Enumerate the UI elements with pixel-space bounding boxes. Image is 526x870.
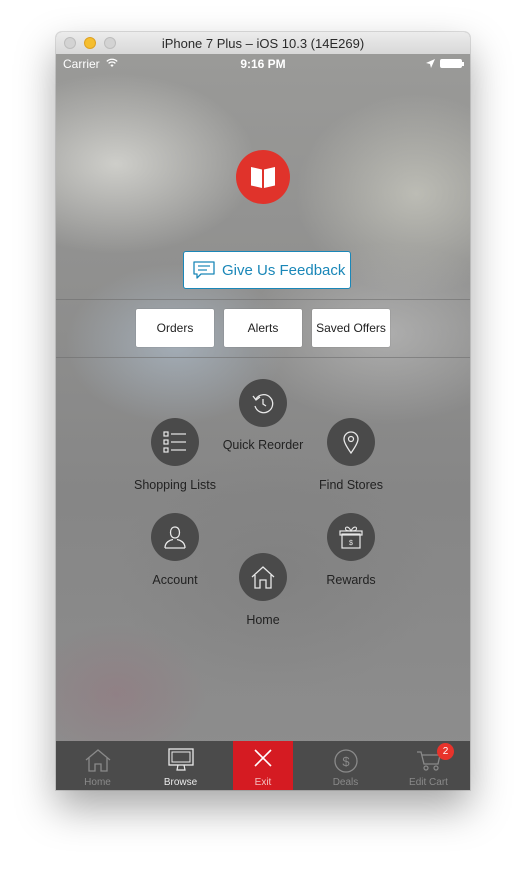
location-arrow-icon — [426, 57, 435, 71]
tab-deals-label: Deals — [332, 777, 359, 788]
shopping-lists-button[interactable] — [151, 418, 199, 466]
gift-icon: $ — [339, 526, 363, 549]
home-icon — [251, 566, 275, 589]
tab-exit-label: Exit — [254, 777, 272, 788]
dollar-coin-icon: $ — [333, 749, 358, 773]
feedback-label: Give Us Feedback — [222, 261, 346, 279]
simulator-window: iPhone 7 Plus – iOS 10.3 (14E269) Carrie… — [56, 32, 470, 790]
window-title: iPhone 7 Plus – iOS 10.3 (14E269) — [161, 36, 365, 51]
tab-edit-cart-label: Edit Cart — [409, 777, 448, 788]
tab-exit[interactable]: Exit — [233, 741, 293, 790]
map-pin-icon — [343, 431, 359, 455]
rewards-label: Rewards — [326, 573, 376, 587]
svg-text:$: $ — [349, 540, 353, 547]
svg-text:$: $ — [342, 754, 350, 769]
tab-browse[interactable]: Browse — [139, 741, 222, 790]
battery-icon — [440, 59, 464, 68]
user-icon — [164, 526, 186, 549]
tab-edit-cart[interactable]: Edit Cart — [387, 741, 470, 790]
tab-home-label: Home — [84, 777, 111, 788]
close-icon — [254, 749, 272, 767]
reorder-icon — [252, 394, 274, 414]
saved-offers-button[interactable]: Saved Offers — [312, 309, 390, 347]
tab-bar: Home Browse Exit $ Deals Edit Cart 2 — [56, 741, 470, 790]
tab-deals[interactable]: $ Deals — [304, 741, 387, 790]
account-button[interactable] — [151, 513, 199, 561]
app-screen: Carrier 9:16 PM Give Us Feedback Orders … — [56, 54, 470, 790]
rewards-button[interactable]: $ — [327, 513, 375, 561]
app-logo — [236, 150, 290, 204]
home-icon — [85, 749, 110, 772]
home-menu-label: Home — [246, 613, 280, 627]
window-titlebar: iPhone 7 Plus – iOS 10.3 (14E269) — [56, 32, 470, 55]
find-stores-label: Find Stores — [319, 478, 383, 492]
give-feedback-button[interactable]: Give Us Feedback — [183, 251, 351, 289]
find-stores-button[interactable] — [327, 418, 375, 466]
monitor-icon — [167, 748, 194, 771]
tab-home[interactable]: Home — [56, 741, 139, 790]
list-icon — [163, 431, 186, 453]
account-label: Account — [152, 573, 198, 587]
alerts-button[interactable]: Alerts — [224, 309, 302, 347]
status-time: 9:16 PM — [240, 57, 286, 71]
status-bar: Carrier 9:16 PM — [56, 54, 470, 74]
shopping-lists-label: Shopping Lists — [133, 478, 217, 492]
home-menu-button[interactable] — [239, 553, 287, 601]
orders-button[interactable]: Orders — [136, 309, 214, 347]
divider-bottom — [56, 357, 470, 358]
book-icon — [251, 167, 275, 188]
quick-reorder-button[interactable] — [239, 379, 287, 427]
divider-top — [56, 299, 470, 300]
chat-bubble-icon — [193, 261, 215, 279]
tab-browse-label: Browse — [163, 777, 198, 788]
cart-count-badge: 2 — [437, 743, 454, 760]
quick-reorder-label: Quick Reorder — [222, 438, 304, 452]
